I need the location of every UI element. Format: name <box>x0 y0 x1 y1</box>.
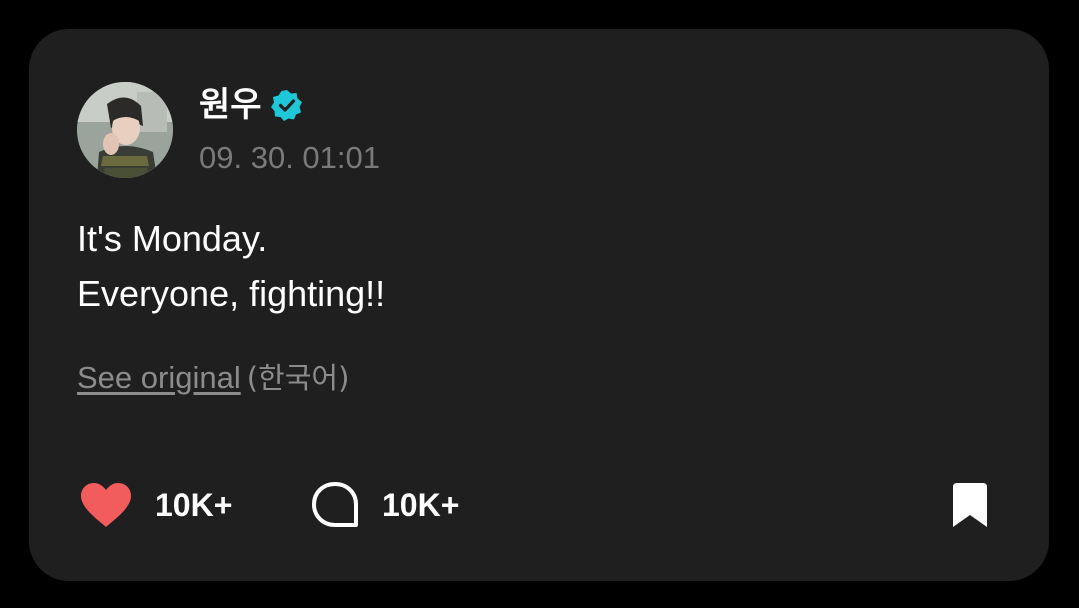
post-body-line: Everyone, fighting!! <box>77 273 386 314</box>
see-original-link[interactable]: See original <box>77 360 241 395</box>
post-card: 원우 09. 30. 01:01 It's Monday. Everyone, … <box>29 29 1049 581</box>
author-row: 원우 <box>199 83 304 127</box>
translation-row: See original (한국어) <box>77 359 349 397</box>
bookmark-icon <box>953 483 987 527</box>
bookmark-button[interactable] <box>947 481 993 534</box>
post-timestamp: 09. 30. 01:01 <box>199 140 380 175</box>
heart-icon <box>81 483 131 527</box>
like-button[interactable]: 10K+ <box>79 481 232 529</box>
action-bar: 10K+ 10K+ <box>29 477 1049 533</box>
avatar-photo <box>77 82 173 178</box>
original-language-label: (한국어) <box>246 361 350 395</box>
comment-button[interactable]: 10K+ <box>310 481 459 529</box>
comment-bubble-icon <box>312 482 358 527</box>
verified-badge-icon <box>270 90 302 121</box>
comment-count: 10K+ <box>382 486 460 523</box>
like-count: 10K+ <box>155 486 233 523</box>
author-avatar[interactable] <box>77 82 173 178</box>
author-name[interactable]: 원우 <box>199 83 262 127</box>
post-body-line: It's Monday. <box>77 218 268 259</box>
post-body: It's Monday. Everyone, fighting!! <box>77 211 385 321</box>
